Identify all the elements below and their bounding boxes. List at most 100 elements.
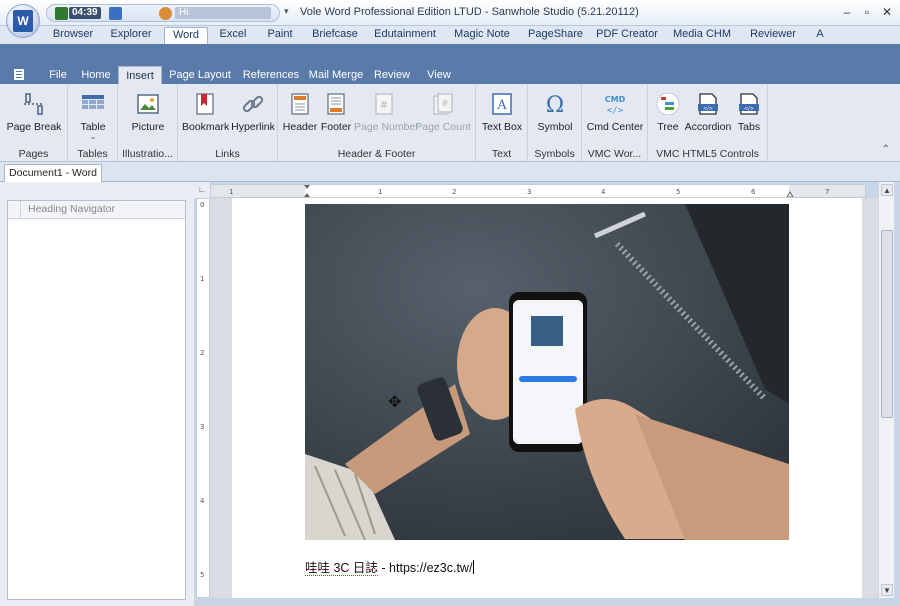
page-count-label: Page Count [415, 121, 471, 133]
app-status-icon[interactable] [55, 7, 68, 20]
heading-navigator-panel[interactable]: Heading Navigator [7, 200, 186, 600]
svg-text:</>: </> [607, 106, 624, 116]
tab-reviewer[interactable]: Reviewer [748, 27, 798, 44]
document-tab[interactable]: Document1 - Word [4, 164, 102, 183]
ribbon-tab-mail-merge[interactable]: Mail Merge [308, 66, 364, 84]
table-button[interactable]: Table ⌄ [72, 88, 114, 141]
svg-text:Ω: Ω [546, 93, 564, 116]
scroll-up-icon[interactable]: ▲ [881, 184, 893, 196]
tree-button[interactable]: Tree [650, 88, 686, 140]
inserted-photo[interactable] [305, 204, 789, 540]
ribbon-tab-page-layout[interactable]: Page Layout [166, 66, 234, 84]
quick-access-toolbar: 04:39 Hi [46, 4, 280, 22]
tab-briefcase[interactable]: Briefcase [310, 27, 360, 44]
picture-label: Picture [131, 121, 165, 133]
bookmark-button[interactable]: Bookmark [182, 88, 230, 140]
tabs-button[interactable]: </> Tabs [732, 88, 766, 140]
navigation-pane: Heading Navigator [0, 182, 194, 606]
ribbon-tab-insert[interactable]: Insert [118, 66, 162, 84]
qat-dropdown-icon[interactable]: ▾ [284, 6, 289, 17]
scroll-thumb[interactable] [881, 230, 893, 418]
close-icon[interactable]: ✕ [878, 3, 896, 21]
svg-text:1: 1 [229, 188, 233, 196]
tab-explorer[interactable]: Explorer [104, 27, 158, 44]
svg-text:7: 7 [825, 188, 829, 196]
calendar-icon[interactable] [109, 7, 122, 20]
tab-media-chm[interactable]: Media CHM [672, 27, 732, 44]
ribbon-tab-review[interactable]: Review [370, 66, 414, 84]
group-label-vmc-html5: VMC HTML5 Controls [656, 148, 759, 160]
document-text-chinese: 哇哇 3C 日誌 [305, 561, 378, 576]
tab-edutainment[interactable]: Edutainment [372, 27, 438, 44]
document-text-line[interactable]: 哇哇 3C 日誌 - https://ez3c.tw/ [305, 557, 475, 576]
bookmark-label: Bookmark [182, 121, 230, 133]
page-number-button[interactable]: # Page Number [354, 88, 419, 140]
picture-button[interactable]: Picture [124, 88, 172, 140]
svg-text:</>: </> [744, 106, 754, 112]
document-page[interactable]: 哇哇 3C 日誌 - https://ez3c.tw/ [232, 198, 862, 598]
maximize-icon[interactable]: ▫ [858, 3, 876, 21]
tab-browser[interactable]: Browser [44, 27, 102, 44]
footer-icon [327, 93, 345, 115]
hyperlink-icon [242, 95, 264, 113]
document-canvas: 哇哇 3C 日誌 - https://ez3c.tw/ [210, 198, 878, 598]
tab-word[interactable]: Word [164, 27, 208, 44]
group-header-footer: Header Footer # Page Number # Page Count [278, 84, 476, 162]
text-box-button[interactable]: A Text Box [478, 88, 526, 140]
svg-text:2: 2 [452, 188, 456, 196]
window-title: Vole Word Professional Edition LTUD - Sa… [300, 6, 639, 18]
tab-paint[interactable]: Paint [262, 27, 298, 44]
ribbon-tab-band: File Home Insert Page Layout References … [0, 44, 900, 84]
horizontal-ruler[interactable]: 1 1 2 3 4 5 6 7 [210, 184, 866, 198]
header-icon [291, 93, 309, 115]
header-button[interactable]: Header [282, 88, 318, 140]
ribbon-tab-file[interactable]: File [42, 66, 74, 84]
chevron-down-icon: ⌄ [89, 132, 97, 141]
cmd-center-button[interactable]: CMD </> Cmd Center [586, 88, 644, 140]
vertical-ruler[interactable]: 0 1 2 3 4 5 [196, 198, 210, 598]
minimize-icon[interactable]: – [838, 3, 856, 21]
ribbon-tab-view[interactable]: View [420, 66, 458, 84]
tabs-label: Tabs [737, 121, 761, 133]
svg-text:6: 6 [751, 188, 756, 196]
heading-navigator-header: Heading Navigator [8, 201, 185, 219]
group-links: Bookmark Hyperlink Links [178, 84, 278, 162]
page-number-label: Page Number [354, 121, 419, 133]
tab-stop-selector[interactable]: ∟ [194, 182, 210, 198]
group-label-vmc-word: VMC Wor... [587, 148, 642, 160]
tab-pdf-creator[interactable]: PDF Creator [596, 27, 658, 44]
bookmark-icon [196, 93, 214, 115]
text-box-icon: A [492, 93, 512, 115]
app-menu-button[interactable]: W [6, 4, 40, 38]
users-icon[interactable] [159, 7, 172, 20]
page-count-icon: # [433, 93, 453, 115]
svg-text:</>: </> [703, 106, 713, 112]
collapse-ribbon-icon[interactable]: ⌃ [882, 144, 890, 155]
symbol-label: Symbol [537, 121, 573, 133]
group-label-text: Text [491, 148, 512, 160]
page-break-button[interactable]: Page Break [4, 88, 64, 140]
ribbon-tab-home[interactable]: Home [78, 66, 114, 84]
text-caret [473, 560, 475, 574]
accordion-button[interactable]: </> Accordion [684, 88, 732, 140]
group-symbols: Ω Symbol Symbols [528, 84, 582, 162]
user-greeting: Hi [175, 7, 271, 19]
tab-excel[interactable]: Excel [214, 27, 252, 44]
svg-text:0: 0 [200, 201, 204, 209]
svg-text:A: A [496, 98, 507, 113]
symbol-button[interactable]: Ω Symbol [532, 88, 578, 140]
ribbon: Page Break Pages Table ⌄ Tables Picture … [0, 84, 900, 162]
hyperlink-button[interactable]: Hyperlink [230, 88, 276, 140]
tabs-icon: </> [739, 93, 759, 115]
table-icon [82, 95, 104, 109]
tab-more[interactable]: A [812, 27, 828, 44]
document-menu-icon[interactable] [14, 69, 26, 80]
scroll-down-icon[interactable]: ▼ [881, 584, 893, 596]
vertical-scrollbar[interactable]: ▲ ▼ [878, 182, 894, 598]
tab-pageshare[interactable]: PageShare [528, 27, 583, 44]
tab-magic-note[interactable]: Magic Note [452, 27, 512, 44]
page-count-button[interactable]: # Page Count [414, 88, 472, 140]
group-illustrations: Picture Illustratio... [118, 84, 178, 162]
ribbon-tab-references[interactable]: References [240, 66, 302, 84]
footer-button[interactable]: Footer [318, 88, 354, 140]
